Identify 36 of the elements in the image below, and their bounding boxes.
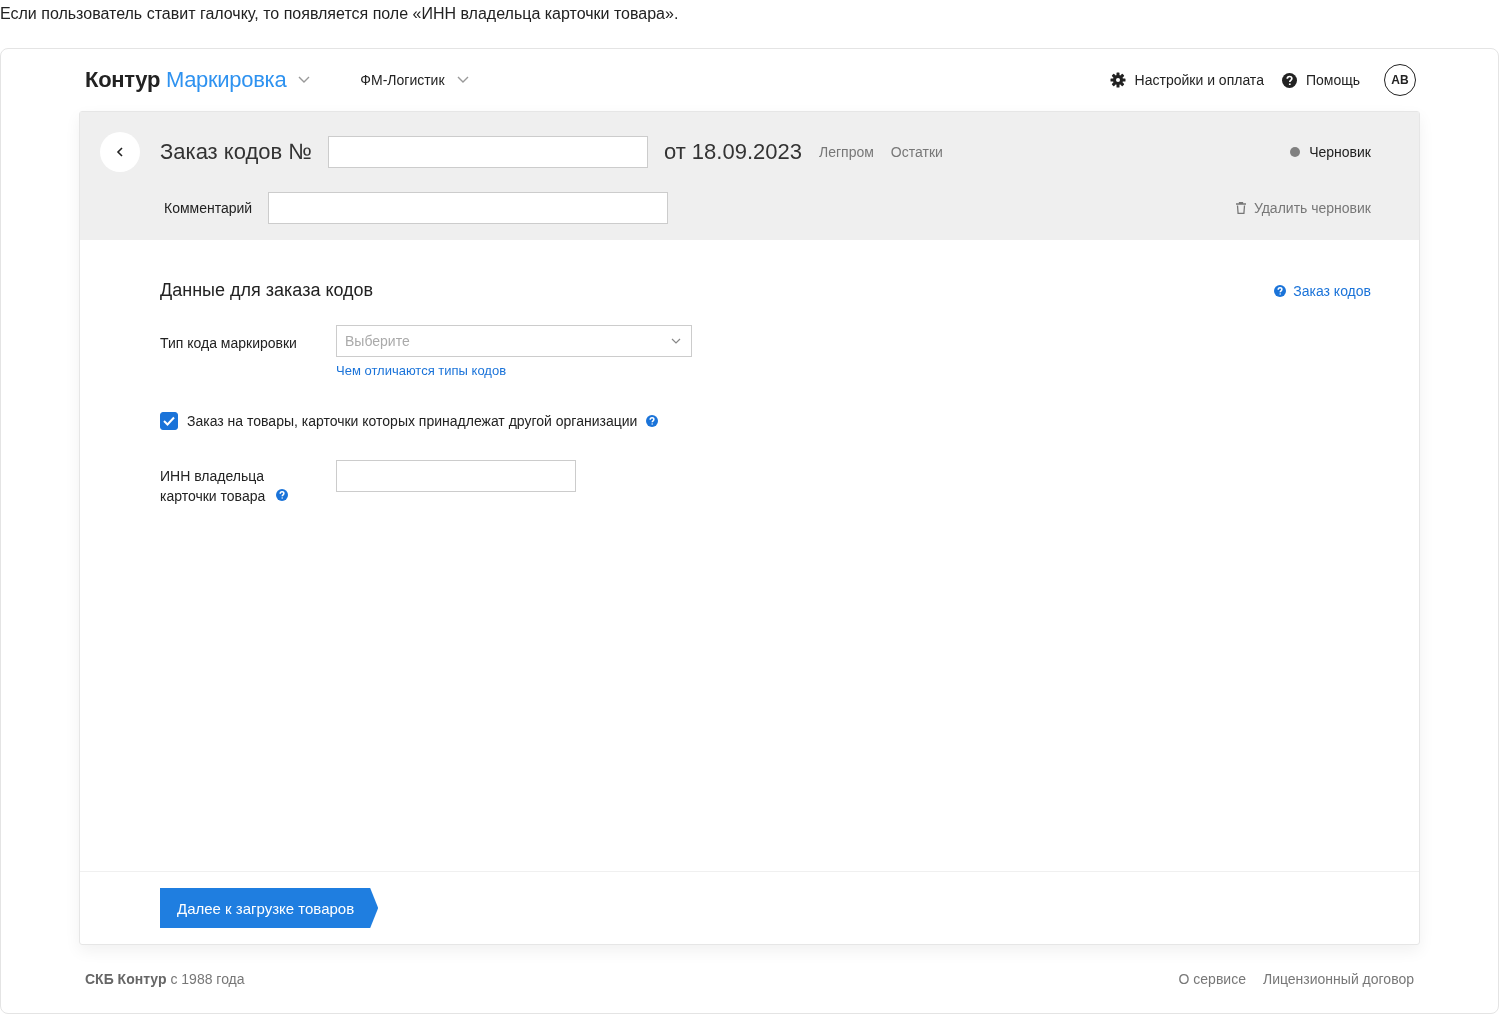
chevron-down-icon[interactable]	[298, 76, 311, 84]
help-icon	[1274, 284, 1287, 297]
category-tag: Легпром	[819, 144, 874, 160]
field-label: ИНН владельца карточки товара	[160, 467, 267, 506]
organization-dropdown[interactable]: ФМ-Логистик	[360, 72, 469, 88]
delete-draft-link[interactable]: Удалить черновик	[1235, 200, 1371, 216]
checkbox-label[interactable]: Заказ на товары, карточки которых принадлежат другой организации	[187, 413, 638, 429]
chevron-down-icon	[456, 76, 469, 84]
footer-link[interactable]: Лицензионный договор	[1262, 971, 1414, 987]
help-icon	[1281, 72, 1297, 88]
comment-label: Комментарий	[164, 200, 253, 216]
settings-icon	[1109, 72, 1126, 88]
inn-field[interactable]	[336, 460, 576, 492]
order-number-field[interactable]	[327, 136, 648, 168]
help-icon[interactable]	[646, 415, 659, 427]
code-types-link[interactable]: Чем отличаются типы кодов	[336, 363, 507, 378]
trash-icon	[1235, 202, 1246, 214]
status-label: Черновик	[1309, 144, 1371, 160]
field-label: Тип кода маркировки	[160, 334, 298, 353]
section-heading: Данные для заказа кодов	[160, 280, 374, 301]
app-logo[interactable]: Контур Маркировка	[85, 67, 287, 93]
settings-link[interactable]: Настройки и оплата	[1109, 72, 1264, 88]
footer-link[interactable]: О сервисе	[1178, 971, 1246, 987]
order-date: от 18.09.2023	[663, 139, 802, 165]
category-tag: Остатки	[890, 144, 943, 160]
chevron-left-icon	[116, 147, 124, 157]
order-title: Заказ кодов №	[160, 139, 312, 165]
chevron-down-icon	[671, 338, 681, 344]
help-link[interactable]: Помощь	[1281, 72, 1360, 88]
checkbox[interactable]	[160, 412, 178, 430]
caption-text: Если пользователь ставит галочку, то появляется поле «ИНН владельца карточки товара».	[0, 4, 680, 24]
copyright-text: СКБ Контур с 1988 года	[85, 971, 245, 987]
comment-field[interactable]	[268, 192, 669, 224]
help-link[interactable]: Заказ кодов	[1274, 282, 1371, 299]
next-button[interactable]: Далее к загрузке товаров	[160, 888, 379, 928]
help-icon[interactable]	[275, 489, 288, 501]
